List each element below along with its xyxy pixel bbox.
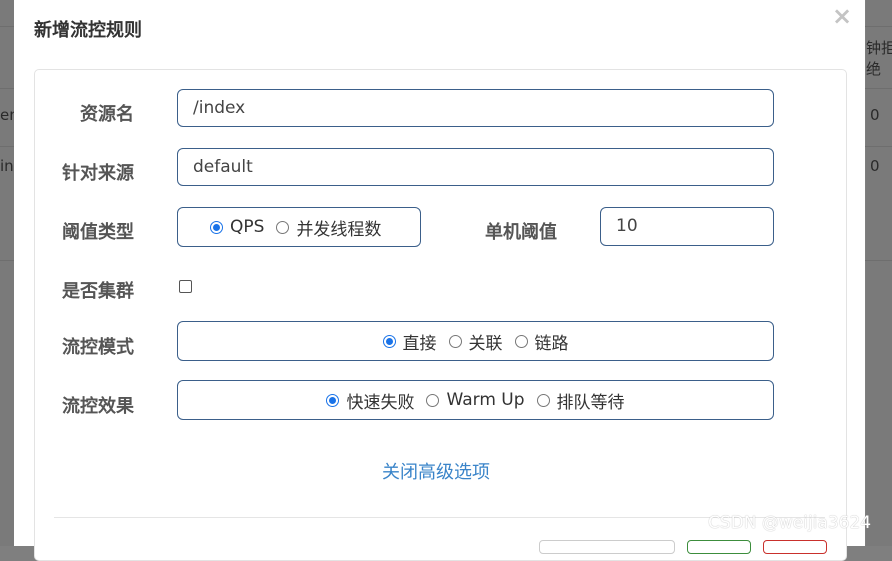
radio-selected-icon[interactable] bbox=[382, 334, 396, 348]
resource-name-input[interactable]: /index bbox=[177, 89, 774, 127]
bg-divider bbox=[0, 146, 14, 147]
radio-option-queue-wait[interactable]: 排队等待 bbox=[536, 388, 625, 413]
radio-selected-icon[interactable] bbox=[210, 220, 223, 234]
radio-unselected-icon[interactable] bbox=[448, 334, 462, 348]
cluster-checkbox[interactable] bbox=[179, 280, 192, 293]
radio-unselected-icon[interactable] bbox=[276, 220, 290, 234]
radio-label: Warm Up bbox=[446, 390, 525, 410]
radio-label: 关联 bbox=[468, 333, 503, 354]
background-left-strip bbox=[0, 0, 14, 546]
bg-divider bbox=[865, 260, 892, 261]
cancel-button[interactable] bbox=[763, 540, 827, 554]
bg-divider bbox=[865, 88, 892, 89]
form-panel bbox=[34, 69, 847, 561]
radio-option-direct[interactable]: 直接 bbox=[382, 329, 437, 354]
radio-unselected-icon[interactable] bbox=[536, 393, 550, 407]
threshold-type-label: 阈值类型 bbox=[62, 222, 134, 243]
dialog-title: 新增流控规则 bbox=[34, 20, 142, 41]
bg-column-header: 钟拒 绝 bbox=[866, 39, 892, 78]
bg-divider bbox=[0, 88, 14, 89]
limit-origin-input[interactable]: default bbox=[177, 148, 774, 186]
flow-effect-group: 快速失败 Warm Up 排队等待 bbox=[177, 380, 774, 420]
single-threshold-label: 单机阈值 bbox=[485, 222, 557, 243]
footer-button[interactable] bbox=[539, 540, 675, 554]
bg-cell: 0 bbox=[870, 157, 880, 175]
radio-unselected-icon[interactable] bbox=[426, 393, 440, 407]
radio-option-relate[interactable]: 关联 bbox=[448, 329, 503, 354]
flow-mode-group: 直接 关联 链路 bbox=[177, 321, 774, 361]
flow-effect-label: 流控效果 bbox=[62, 396, 134, 417]
radio-unselected-icon[interactable] bbox=[514, 334, 528, 348]
add-flow-rule-dialog: 新增流控规则 × 资源名 /index 针对来源 default 阈值类型 QP… bbox=[14, 0, 865, 561]
cluster-mode-label: 是否集群 bbox=[62, 281, 134, 302]
bg-divider bbox=[0, 260, 14, 261]
bg-divider bbox=[0, 26, 14, 27]
watermark: CSDN @weijia3624 bbox=[708, 513, 872, 533]
single-threshold-input[interactable]: 10 bbox=[600, 207, 774, 246]
resource-name-label: 资源名 bbox=[80, 104, 134, 125]
radio-option-warm-up[interactable]: Warm Up bbox=[426, 390, 525, 410]
bg-divider bbox=[865, 26, 892, 27]
flow-mode-label: 流控模式 bbox=[62, 337, 134, 358]
toggle-advanced-options-link[interactable]: 关闭高级选项 bbox=[382, 458, 490, 484]
bg-cell: 0 bbox=[870, 106, 880, 124]
radio-label: QPS bbox=[230, 217, 265, 237]
bg-divider bbox=[865, 146, 892, 147]
close-icon[interactable]: × bbox=[832, 2, 852, 30]
radio-label: 并发线程数 bbox=[296, 219, 382, 240]
radio-option-fast-fail[interactable]: 快速失败 bbox=[326, 388, 414, 413]
radio-option-thread-count[interactable]: 并发线程数 bbox=[276, 215, 381, 240]
save-button[interactable] bbox=[687, 540, 751, 554]
radio-option-chain[interactable]: 链路 bbox=[514, 329, 569, 354]
limit-origin-label: 针对来源 bbox=[62, 163, 134, 184]
radio-label: 直接 bbox=[402, 333, 437, 354]
radio-label: 排队等待 bbox=[556, 392, 625, 413]
radio-selected-icon[interactable] bbox=[326, 393, 340, 407]
radio-label: 快速失败 bbox=[346, 392, 415, 413]
background-right-strip bbox=[866, 0, 892, 546]
threshold-type-group: QPS 并发线程数 bbox=[177, 207, 421, 247]
radio-option-qps[interactable]: QPS bbox=[210, 217, 264, 237]
radio-label: 链路 bbox=[534, 333, 569, 354]
